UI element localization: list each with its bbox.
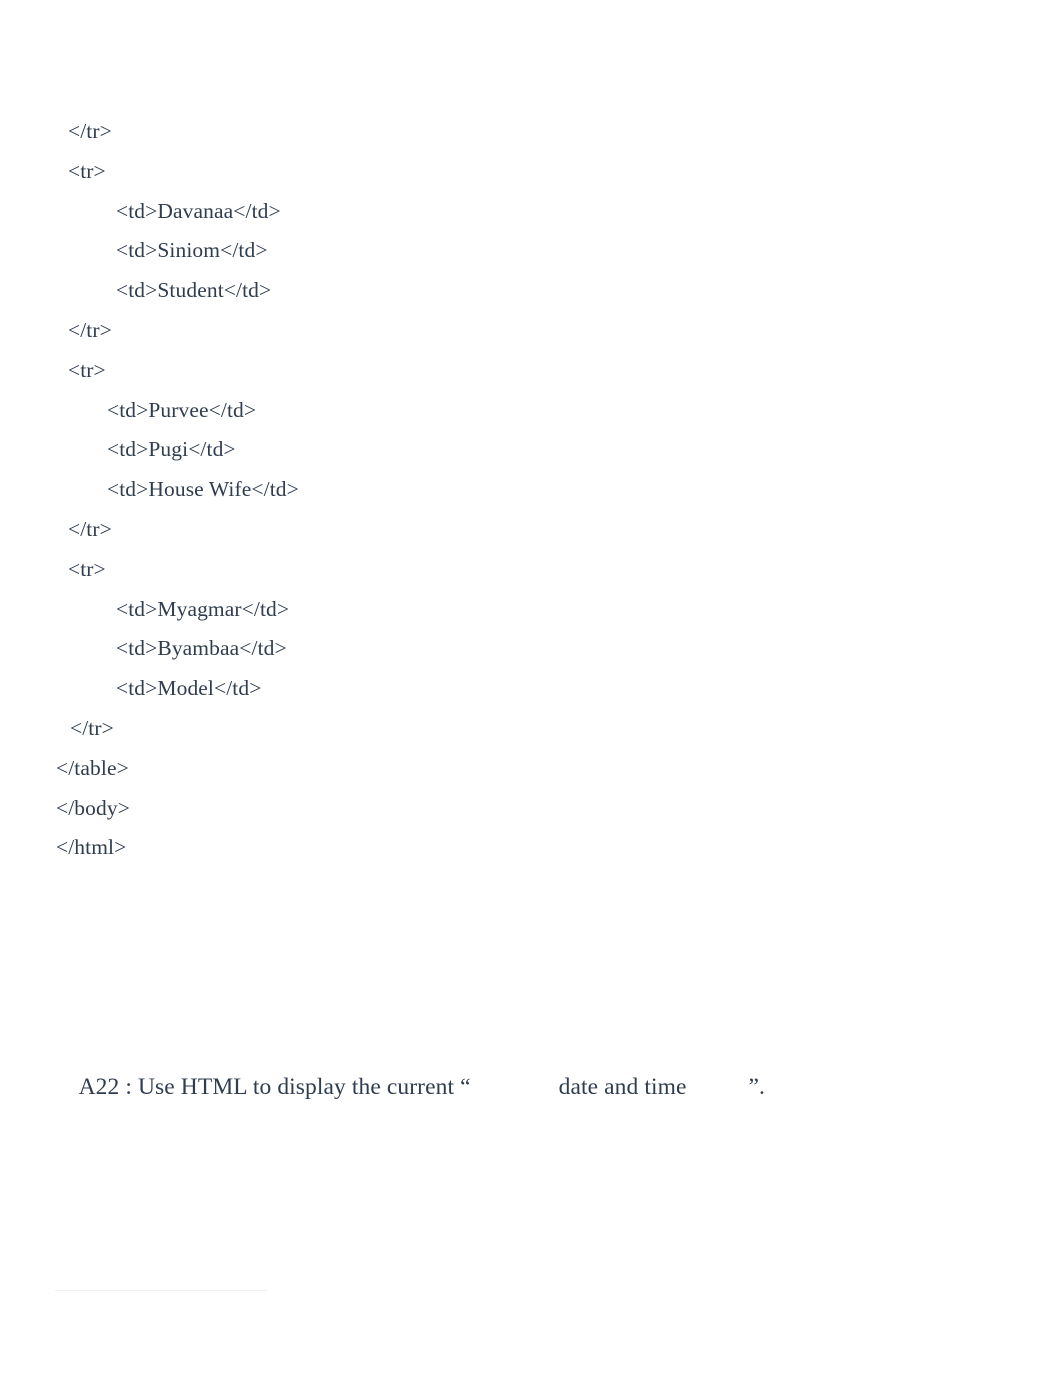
question-text-part-1: : Use HTML to display the current “ bbox=[119, 1074, 471, 1100]
code-line: </body> bbox=[56, 795, 130, 820]
question-label: A22 bbox=[78, 1074, 120, 1100]
question-text-part-2: date and time bbox=[558, 1074, 687, 1100]
code-line: <td>Purvee</td> bbox=[107, 397, 257, 422]
document-page: </tr> <tr> <td>Davanaa</td> <td>Siniom</td>… bbox=[0, 0, 1062, 1376]
footnote-separator-rule bbox=[55, 1290, 267, 1291]
code-line: <td>Davanaa</td> bbox=[116, 198, 281, 223]
code-line: <td>Byambaa</td> bbox=[116, 636, 287, 661]
code-line: </tr> bbox=[68, 119, 112, 143]
code-line: </table> bbox=[56, 755, 129, 780]
question-text-part-3: ”. bbox=[748, 1074, 766, 1100]
code-line: <tr> bbox=[68, 556, 106, 581]
code-line: <td>Model</td> bbox=[116, 676, 262, 701]
code-line: <tr> bbox=[68, 158, 106, 183]
code-line: <td>Myagmar</td> bbox=[116, 596, 290, 621]
code-line: <td>Student</td> bbox=[116, 278, 272, 303]
code-line: <tr> bbox=[68, 357, 106, 382]
question-heading: A22 : Use HTML to display the current “ d… bbox=[56, 1036, 765, 1138]
code-listing: </tr> <tr> <td>Davanaa</td> <td>Siniom</td>… bbox=[0, 112, 1062, 868]
code-line: </tr> bbox=[68, 317, 112, 342]
code-line: <td>Pugi</td> bbox=[107, 437, 236, 462]
code-line: <td>Siniom</td> bbox=[116, 238, 268, 263]
code-line: </tr> bbox=[70, 715, 114, 740]
code-line: </tr> bbox=[68, 516, 112, 541]
code-line: </html> bbox=[56, 835, 127, 860]
code-line: <td>House Wife</td> bbox=[107, 477, 299, 502]
